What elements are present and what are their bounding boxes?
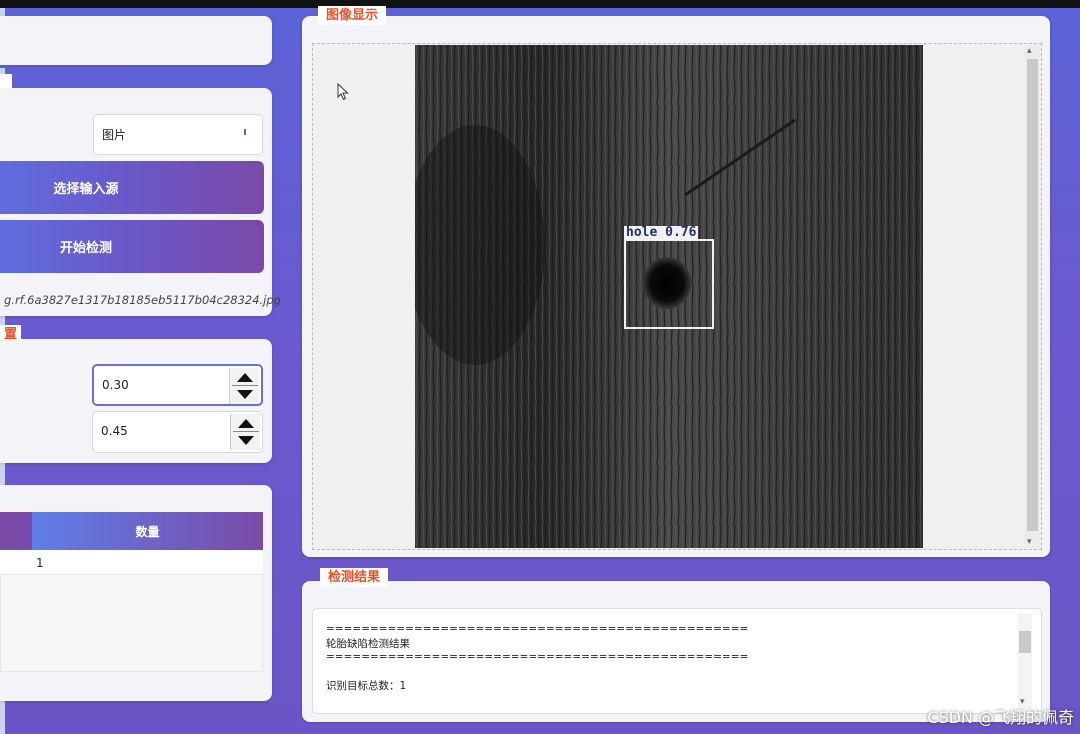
image-vertical-scrollbar[interactable]: ▴ ▾	[1025, 45, 1040, 548]
image-display-title: 图像显示	[318, 6, 387, 25]
iou-spinbox[interactable]: 0.45	[92, 411, 263, 453]
scroll-down-icon[interactable]: ▾	[1027, 537, 1032, 547]
results-line: ========================================…	[326, 623, 749, 635]
results-vertical-scrollbar[interactable]: ▾	[1018, 613, 1032, 709]
window-top-bar	[0, 0, 1080, 8]
arrow-up-icon[interactable]	[237, 373, 253, 382]
table-header-count-label: 数量	[135, 524, 160, 539]
start-detection-button[interactable]: 开始检测	[0, 220, 264, 273]
detection-label: hole 0.76	[624, 225, 699, 240]
select-source-label: 选择输入源	[53, 182, 119, 197]
image-display-card: hole 0.76 ▴ ▾	[302, 16, 1050, 557]
confidence-value: 0.30	[102, 378, 129, 392]
detection-image: hole 0.76	[415, 45, 923, 548]
params-card: 0.30 0.45	[0, 339, 272, 463]
source-type-select[interactable]: 图片	[93, 114, 263, 155]
table-header-count[interactable]: 数量	[32, 512, 263, 550]
confidence-spinbox[interactable]: 0.30	[92, 364, 263, 406]
results-line: 轮胎缺陷检测结果	[326, 638, 410, 650]
confidence-stepper[interactable]	[229, 368, 259, 404]
detection-results-title: 检测结果	[320, 568, 389, 587]
scroll-up-icon[interactable]: ▴	[1027, 46, 1032, 56]
source-type-value: 图片	[102, 128, 127, 142]
results-table-card: 数量 1	[0, 485, 272, 701]
stepper-divider	[233, 431, 259, 432]
watermark-text: CSDN @飞翔的佩奇	[927, 708, 1074, 727]
stepper-divider	[232, 385, 258, 386]
table-row[interactable]: 1	[0, 550, 263, 575]
file-path-text: g.rf.6a3827e1317b18185eb5117b04c28324.jp…	[4, 293, 281, 307]
arrow-down-icon[interactable]	[238, 436, 254, 445]
detection-bounding-box	[624, 239, 714, 329]
results-table: 数量 1	[0, 485, 272, 685]
results-line: 识别目标总数：1	[326, 680, 407, 692]
table-cell-count: 1	[36, 556, 44, 570]
top-left-card	[0, 16, 272, 65]
detection-results-text[interactable]: ========================================…	[312, 608, 1042, 714]
input-source-card: 图片 选择输入源 开始检测 g.rf.6a3827e1317b18185eb51…	[0, 88, 281, 316]
mouse-cursor-icon	[337, 83, 349, 101]
input-section-title-stub	[0, 74, 12, 88]
iou-stepper[interactable]	[230, 414, 260, 450]
arrow-down-icon[interactable]	[237, 390, 253, 399]
detection-results-card: ========================================…	[302, 581, 1050, 722]
scrollbar-thumb[interactable]	[1019, 631, 1031, 653]
arrow-up-icon[interactable]	[238, 419, 254, 428]
image-display-area: hole 0.76 ▴ ▾	[312, 43, 1042, 550]
start-detection-label: 开始检测	[59, 241, 112, 256]
scrollbar-thumb[interactable]	[1027, 59, 1038, 531]
iou-value: 0.45	[101, 424, 128, 438]
table-body	[0, 575, 263, 672]
results-line: ========================================…	[326, 651, 749, 663]
select-source-button[interactable]: 选择输入源	[0, 161, 264, 214]
table-header-left	[0, 512, 32, 550]
dropdown-caret-icon	[244, 129, 246, 135]
